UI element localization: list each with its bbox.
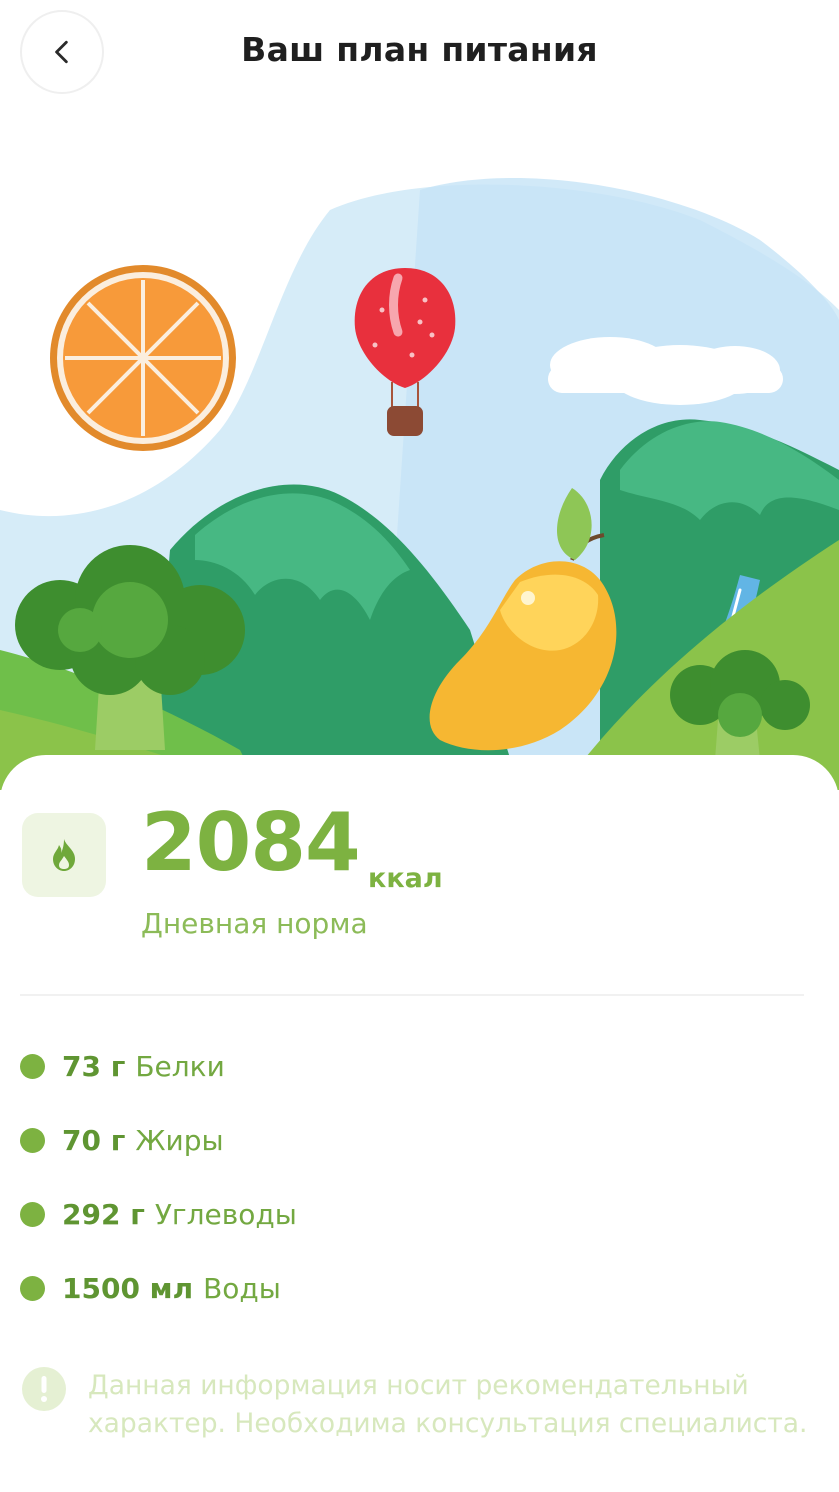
nutrition-card: 2084 ккал Дневная норма 73 г Белки 70 г …: [0, 755, 839, 1492]
macro-value: 73 г: [62, 1050, 126, 1083]
macro-value: 70 г: [62, 1124, 126, 1157]
flame-icon: [53, 839, 75, 871]
bullet-dot: [20, 1202, 45, 1227]
disclaimer-text: Данная информация носит рекомендательный…: [88, 1370, 808, 1439]
orange-slice-icon: [50, 265, 236, 451]
calories-value: 2084: [141, 796, 361, 889]
hero-illustration: [0, 178, 839, 790]
calories-icon-box: [22, 813, 106, 897]
calories-label: Дневная норма: [141, 907, 368, 940]
macro-value: 1500 мл: [62, 1272, 194, 1305]
macro-name: Углеводы: [154, 1198, 297, 1231]
macro-item-water: 1500 мл Воды: [20, 1272, 281, 1305]
macro-name: Жиры: [135, 1124, 224, 1157]
macro-item-protein: 73 г Белки: [20, 1050, 225, 1083]
page-title: Ваш план питания: [241, 30, 598, 69]
bullet-dot: [20, 1276, 45, 1301]
macro-name: Воды: [203, 1272, 281, 1305]
macro-item-carbs: 292 г Углеводы: [20, 1198, 297, 1231]
bullet-dot: [20, 1054, 45, 1079]
bullet-dot: [20, 1128, 45, 1153]
exclamation-icon: [22, 1367, 66, 1411]
top-bar: Ваш план питания: [0, 0, 839, 110]
macro-item-fat: 70 г Жиры: [20, 1124, 224, 1157]
divider: [20, 994, 804, 996]
macro-value: 292 г: [62, 1198, 145, 1231]
calories-unit: ккал: [368, 863, 443, 894]
macro-name: Белки: [135, 1050, 225, 1083]
